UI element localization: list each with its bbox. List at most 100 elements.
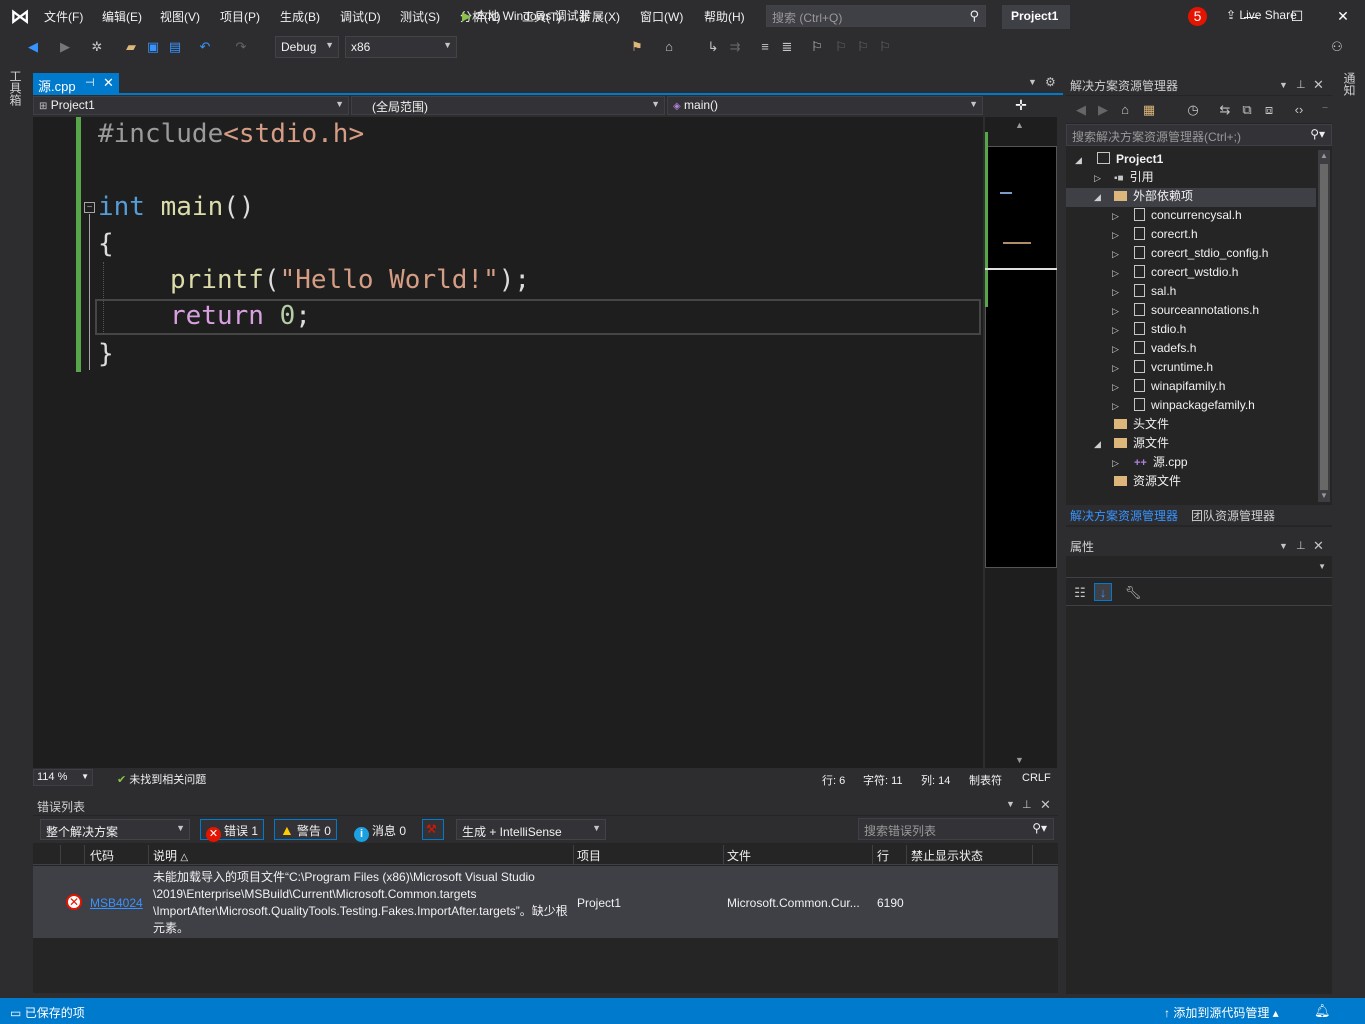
tree-item-header[interactable]: sal.h — [1134, 282, 1176, 301]
more-icon[interactable]: ⁻ — [1316, 101, 1334, 119]
menu-debug[interactable]: 调试(D) — [340, 8, 381, 25]
tree-item-header[interactable]: concurrencysal.h — [1134, 206, 1242, 225]
collapsed-arrow-icon[interactable]: ▷ — [1112, 230, 1119, 241]
pin-icon[interactable]: ⊥ — [1296, 539, 1306, 552]
warnings-filter-button[interactable]: ▲ 警告 0 — [274, 819, 337, 840]
tree-item-references[interactable]: ▪■ 引用 — [1114, 168, 1154, 187]
undo-icon[interactable]: ↶ — [196, 38, 214, 56]
start-debugging-button[interactable]: ▶ 本地 Windows 调试器 ▼ — [462, 7, 603, 24]
menu-edit[interactable]: 编辑(E) — [102, 8, 142, 25]
pin-icon[interactable]: ⊥ — [1296, 78, 1306, 91]
column-line[interactable]: 行 — [877, 847, 889, 864]
expanded-arrow-icon[interactable]: ◢ — [1075, 155, 1082, 166]
properties-object-select[interactable]: ▼ — [1066, 558, 1332, 578]
menu-build[interactable]: 生成(B) — [280, 8, 320, 25]
toolbox-tab[interactable]: 工具箱 — [8, 70, 24, 106]
collapsed-arrow-icon[interactable]: ▷ — [1112, 401, 1119, 412]
column-project[interactable]: 项目 — [577, 847, 601, 864]
live-visual-tree-icon[interactable]: ⌂ — [660, 38, 678, 56]
step-into-icon[interactable]: ↳ — [704, 38, 722, 56]
tree-item-header[interactable]: stdio.h — [1134, 320, 1186, 339]
project-nav-select[interactable]: ⊞ Project1 ▼ — [33, 96, 349, 115]
open-file-icon[interactable]: ▰ — [122, 38, 140, 56]
collapsed-arrow-icon[interactable]: ▷ — [1112, 268, 1119, 279]
uncomment-icon[interactable]: ≣ — [778, 38, 796, 56]
comment-out-icon[interactable]: ≡ — [756, 38, 774, 56]
clear-bookmarks-icon[interactable]: ⚐ — [876, 38, 894, 56]
tab-solution-explorer[interactable]: 解决方案资源管理器 — [1070, 507, 1178, 524]
tab-source-cpp[interactable]: 源.cpp ⊣ ✕ — [33, 73, 119, 94]
line-ending-indicator[interactable]: CRLF — [1022, 772, 1051, 784]
scope-nav-select[interactable]: (全局范围) ▼ — [351, 96, 665, 115]
error-scope-select[interactable]: 整个解决方案 ▼ — [40, 819, 190, 840]
menu-file[interactable]: 文件(F) — [44, 8, 83, 25]
tree-item-external-deps[interactable]: 外部依赖项 — [1114, 187, 1193, 206]
split-window-icon[interactable]: ✛ — [985, 96, 1057, 115]
collapsed-arrow-icon[interactable]: ▷ — [1112, 306, 1119, 317]
gear-icon[interactable]: ⚙ — [1045, 75, 1056, 89]
step-over-icon[interactable]: ⇉ — [726, 38, 744, 56]
back-icon[interactable]: ◀ — [24, 38, 42, 56]
collapse-all-icon[interactable]: ⧉ — [1238, 101, 1256, 119]
tree-item-header[interactable]: winpackagefamily.h — [1134, 396, 1255, 415]
tree-item-header[interactable]: winapifamily.h — [1134, 377, 1225, 396]
close-icon[interactable]: ✕ — [1040, 797, 1051, 813]
panel-menu-icon[interactable]: ▼ — [1006, 799, 1015, 809]
tree-item-project[interactable]: Project1 — [1097, 150, 1163, 169]
solution-search-input[interactable]: 搜索解决方案资源管理器(Ctrl+;) ⚲▾ — [1066, 124, 1332, 146]
feedback-icon[interactable]: ⚇ — [1328, 38, 1346, 56]
column-description[interactable]: 说明 △ — [153, 847, 188, 864]
issues-indicator[interactable]: ✔ 未找到相关问题 — [117, 771, 206, 787]
code-view-icon[interactable]: ‹› — [1290, 101, 1308, 119]
browse-icon[interactable]: ⚑ — [628, 38, 646, 56]
notification-badge[interactable]: 5 — [1188, 7, 1207, 26]
live-share-button[interactable]: ⇪ Live Share — [1226, 8, 1297, 22]
panel-menu-icon[interactable]: ▼ — [1279, 80, 1288, 90]
save-all-icon[interactable]: ▤ — [166, 38, 184, 56]
minimap-preview[interactable] — [985, 146, 1057, 568]
error-search-input[interactable]: 搜索错误列表 ⚲▾ — [858, 818, 1054, 840]
platform-select[interactable]: x86 ▼ — [345, 36, 457, 58]
menu-view[interactable]: 视图(V) — [160, 8, 200, 25]
switch-views-icon[interactable]: ▦ — [1140, 101, 1158, 119]
column-code[interactable]: 代码 — [90, 847, 114, 864]
tree-item-source-files[interactable]: 源文件 — [1114, 434, 1169, 453]
alphabetical-icon[interactable]: ↓ — [1094, 583, 1112, 601]
scrollbar-thumb[interactable] — [1320, 164, 1328, 490]
zoom-select[interactable]: 114 % ▼ — [33, 769, 93, 786]
close-icon[interactable]: ✕ — [1313, 77, 1324, 93]
collapse-icon[interactable]: − — [84, 202, 95, 213]
save-icon[interactable]: ▣ — [144, 38, 162, 56]
tree-item-header[interactable]: sourceannotations.h — [1134, 301, 1259, 320]
tabs-mode-indicator[interactable]: 制表符 — [969, 772, 1002, 788]
solution-config-select[interactable]: Debug ▼ — [275, 36, 339, 58]
messages-filter-button[interactable]: i 消息 0 — [348, 819, 412, 842]
tree-item-resource-files[interactable]: 资源文件 — [1114, 472, 1181, 491]
add-to-source-control-button[interactable]: ↑ 添加到源代码管理 ▴ — [1164, 1004, 1279, 1021]
collapsed-arrow-icon[interactable]: ▷ — [1112, 249, 1119, 260]
show-all-files-icon[interactable]: ⧈ — [1260, 101, 1278, 119]
column-suppression[interactable]: 禁止显示状态 — [911, 847, 983, 864]
tree-item-header[interactable]: corecrt_wstdio.h — [1134, 263, 1238, 282]
scroll-down-icon[interactable]: ▼ — [1320, 491, 1328, 500]
categorized-icon[interactable]: ☷ — [1071, 584, 1089, 602]
forward-icon[interactable]: ▶ — [1094, 101, 1112, 119]
member-nav-select[interactable]: ◈ main() ▼ — [667, 96, 983, 115]
column-file[interactable]: 文件 — [727, 847, 751, 864]
tree-item-header-files[interactable]: 头文件 — [1114, 415, 1169, 434]
scroll-down-icon[interactable]: ▼ — [1015, 755, 1024, 765]
collapsed-arrow-icon[interactable]: ▷ — [1112, 344, 1119, 355]
tree-item-header[interactable]: vcruntime.h — [1134, 358, 1213, 377]
notifications-tab[interactable]: 通知 — [1341, 72, 1358, 96]
pin-icon[interactable]: ⊣ — [85, 76, 95, 89]
menu-project[interactable]: 项目(P) — [220, 8, 260, 25]
prev-bookmark-icon[interactable]: ⚐ — [832, 38, 850, 56]
expanded-arrow-icon[interactable]: ◢ — [1094, 439, 1101, 450]
build-filter-select[interactable]: 生成 + IntelliSense ▼ — [456, 819, 606, 840]
panel-menu-icon[interactable]: ▼ — [1279, 541, 1288, 551]
tab-list-dropdown-icon[interactable]: ▼ — [1028, 77, 1037, 87]
bell-icon[interactable]: 🔔︎ — [1314, 1003, 1331, 1019]
expanded-arrow-icon[interactable]: ◢ — [1094, 192, 1101, 203]
collapsed-arrow-icon[interactable]: ▷ — [1112, 211, 1119, 222]
quick-search-input[interactable]: 搜索 (Ctrl+Q) ⚲ — [766, 5, 986, 27]
